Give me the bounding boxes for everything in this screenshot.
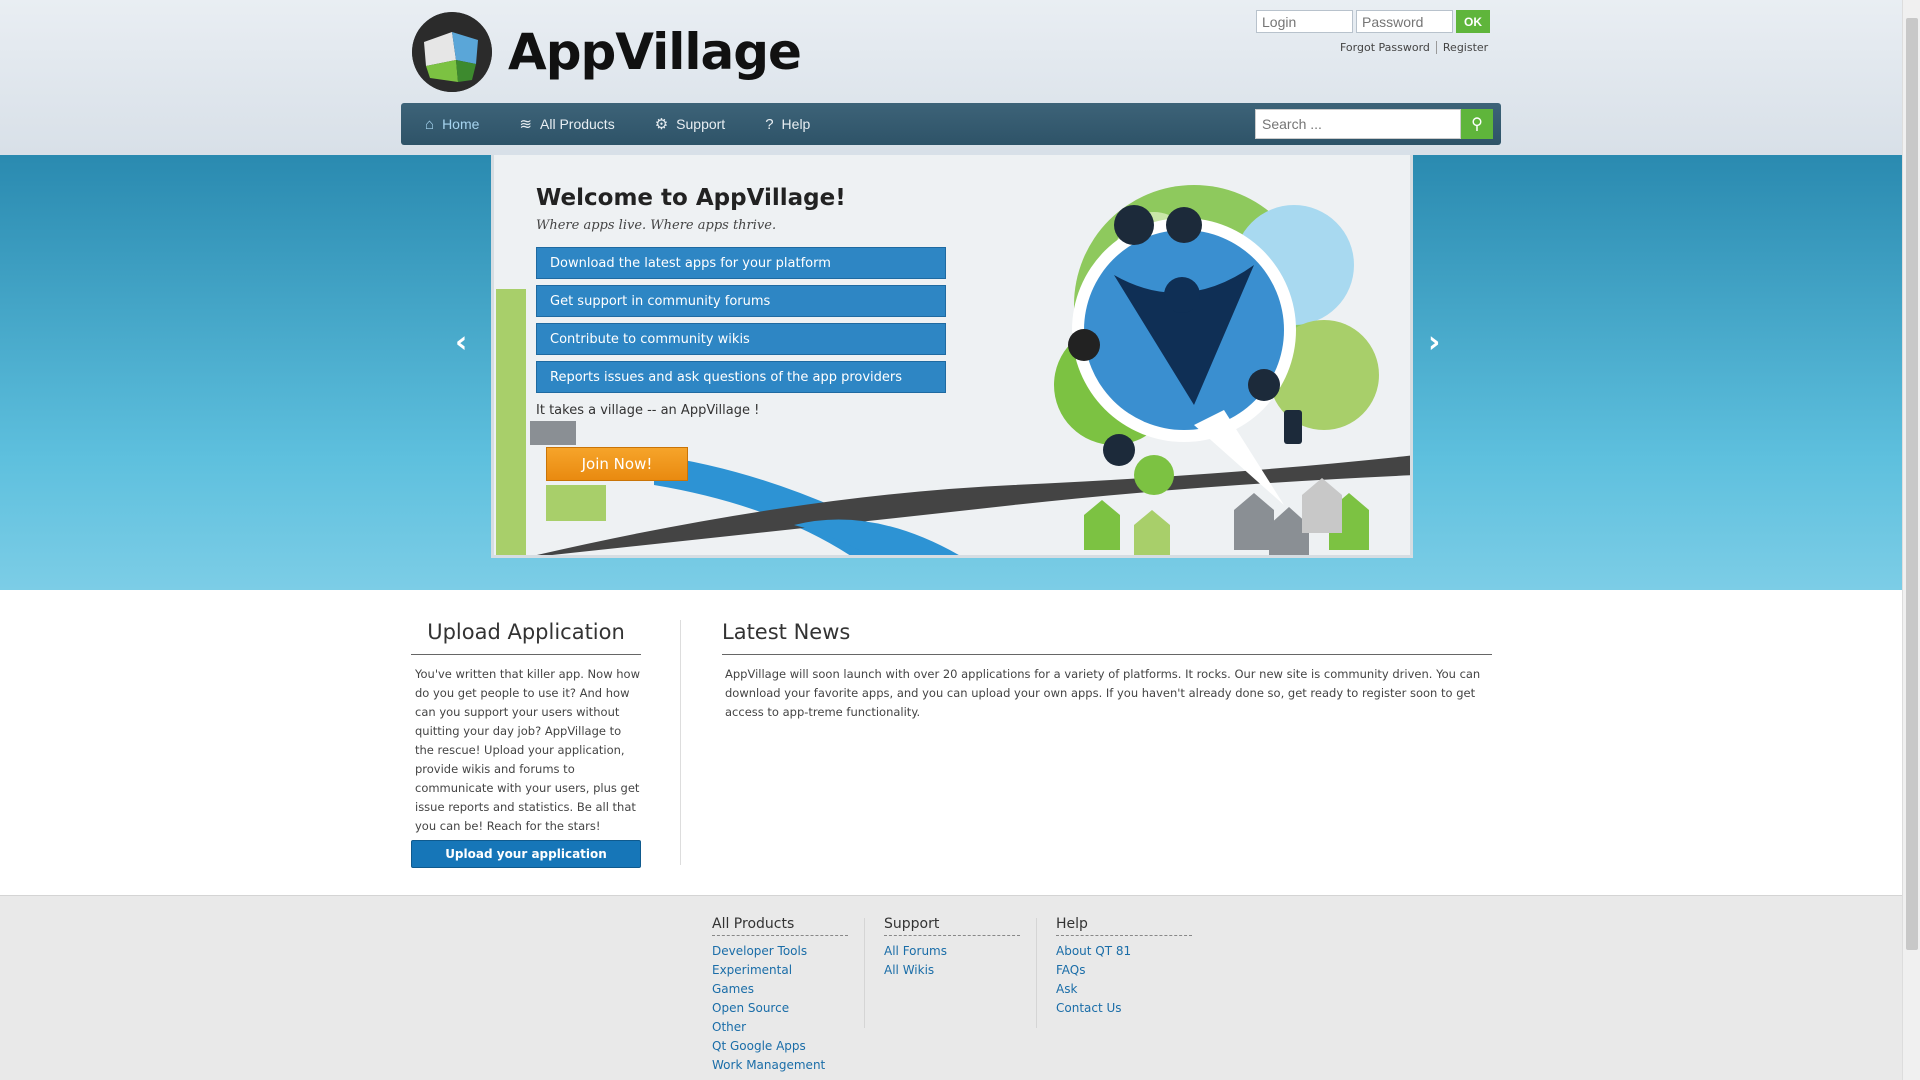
footer-link[interactable]: All Wikis: [884, 961, 1020, 980]
main-nav: ⌂ Home ≋ All Products ⚙ Support ? Help ⚲: [401, 103, 1501, 145]
hero-slide: Welcome to AppVillage! Where apps live. …: [491, 155, 1413, 558]
feature-wikis[interactable]: Contribute to community wikis: [536, 323, 946, 355]
news-title: Latest News: [722, 620, 1492, 655]
search-input[interactable]: [1255, 109, 1461, 139]
search-icon: ⚲: [1471, 116, 1483, 133]
gear-icon: ⚙: [654, 116, 669, 133]
login-links: Forgot Password Register: [1340, 41, 1488, 54]
news-section: Latest News AppVillage will soon launch …: [722, 620, 1492, 722]
footer-col-title: All Products: [712, 916, 848, 936]
page-header: AppVillage OK Forgot Password Register ⌂…: [0, 0, 1902, 155]
hero-tagline: It takes a village -- an AppVillage !: [536, 403, 760, 418]
footer-divider: [1036, 918, 1037, 1028]
footer-link[interactable]: About QT 81: [1056, 942, 1192, 961]
scrollbar-thumb[interactable]: [1906, 18, 1918, 950]
feature-support[interactable]: Get support in community forums: [536, 285, 946, 317]
nav-item-home[interactable]: ⌂ Home: [425, 116, 479, 133]
welcome-title: Welcome to AppVillage!: [536, 185, 846, 211]
question-icon: ?: [765, 115, 774, 133]
news-text: AppVillage will soon launch with over 20…: [725, 667, 1481, 719]
upload-title: Upload Application: [411, 620, 641, 655]
footer-link[interactable]: Games: [712, 980, 848, 999]
nav-item-label: Home: [442, 116, 480, 132]
footer-link[interactable]: Developer Tools: [712, 942, 848, 961]
nav-item-label: Help: [781, 116, 811, 132]
page-footer: All Products Developer Tools Experimenta…: [0, 895, 1902, 1080]
footer-col-products: All Products Developer Tools Experimenta…: [712, 916, 848, 1075]
page-scrollbar[interactable]: [1902, 0, 1920, 1080]
login-ok-button[interactable]: OK: [1456, 10, 1490, 33]
footer-link[interactable]: Other: [712, 1018, 848, 1037]
footer-col-support: Support All Forums All Wikis: [884, 916, 1020, 980]
welcome-subtitle: Where apps live. Where apps thrive.: [536, 218, 777, 233]
layers-icon: ≋: [519, 116, 532, 133]
carousel-next-icon[interactable]: ›: [1428, 325, 1440, 360]
logo[interactable]: AppVillage: [412, 12, 802, 92]
register-link[interactable]: Register: [1443, 41, 1488, 54]
nav-item-help[interactable]: ? Help: [765, 116, 810, 133]
search-box: ⚲: [1255, 109, 1493, 139]
hero-banner: ‹ › Welcome to AppVillage! Where apps li…: [0, 155, 1902, 590]
nav-item-label: All Products: [540, 116, 615, 132]
footer-link[interactable]: Ask: [1056, 980, 1192, 999]
nav-item-label: Support: [676, 116, 726, 132]
footer-link[interactable]: Qt Google Apps: [712, 1037, 848, 1056]
footer-link[interactable]: Work Management: [712, 1056, 848, 1075]
nav-item-support[interactable]: ⚙ Support: [655, 115, 726, 133]
footer-link[interactable]: Open Source: [712, 999, 848, 1018]
footer-link[interactable]: Experimental: [712, 961, 848, 980]
upload-application-button[interactable]: Upload your application: [411, 840, 641, 868]
main-content: Upload Application You've written that k…: [0, 590, 1902, 895]
column-divider: [680, 620, 681, 865]
password-input[interactable]: [1356, 10, 1453, 33]
upload-description: You've written that killer app. Now how …: [415, 667, 640, 833]
footer-divider: [864, 918, 865, 1028]
village-illustration: [494, 155, 1410, 555]
login-input[interactable]: [1256, 10, 1353, 33]
footer-link[interactable]: All Forums: [884, 942, 1020, 961]
forgot-password-link[interactable]: Forgot Password: [1340, 41, 1430, 54]
nav-item-all-products[interactable]: ≋ All Products: [519, 115, 614, 133]
brand-name: AppVillage: [508, 23, 802, 81]
appvillage-logo-icon: [412, 12, 492, 92]
feature-issues[interactable]: Reports issues and ask questions of the …: [536, 361, 946, 393]
login-form: OK: [1256, 10, 1490, 33]
search-button[interactable]: ⚲: [1461, 109, 1493, 139]
footer-col-title: Help: [1056, 916, 1192, 936]
footer-col-help: Help About QT 81 FAQs Ask Contact Us: [1056, 916, 1192, 1018]
upload-section: Upload Application You've written that k…: [411, 620, 641, 868]
footer-col-title: Support: [884, 916, 1020, 936]
home-icon: ⌂: [425, 115, 435, 133]
footer-link[interactable]: FAQs: [1056, 961, 1192, 980]
footer-link[interactable]: Contact Us: [1056, 999, 1192, 1018]
join-now-button[interactable]: Join Now!: [546, 447, 688, 481]
link-separator: [1435, 41, 1437, 54]
carousel-prev-icon[interactable]: ‹: [455, 325, 467, 360]
feature-download[interactable]: Download the latest apps for your platfo…: [536, 247, 946, 279]
